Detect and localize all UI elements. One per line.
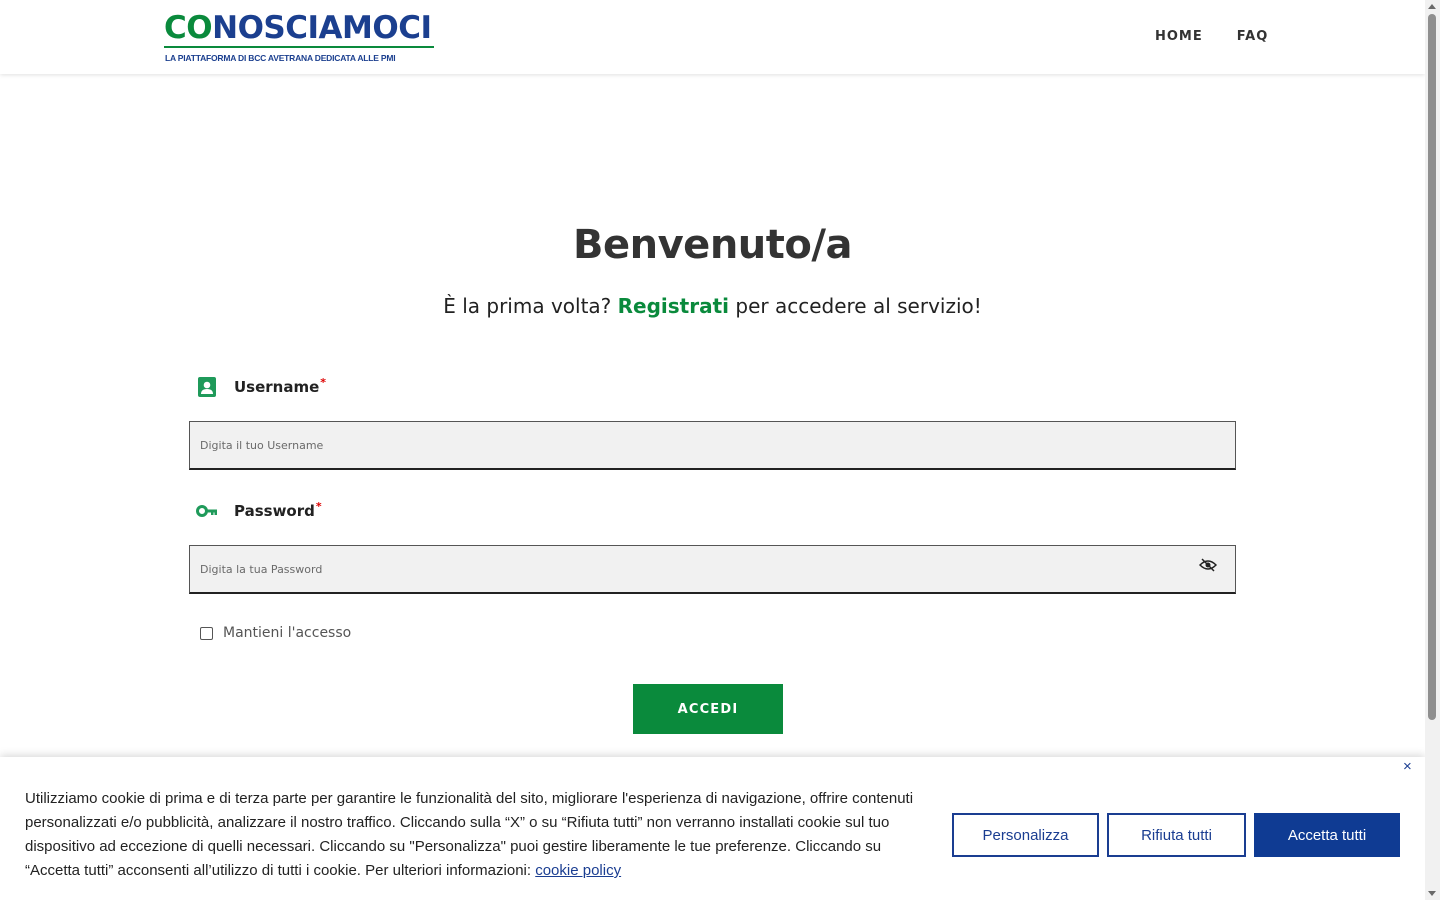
logo-underline [164, 46, 434, 48]
logo[interactable]: CONOSCIAMOCI LA PIATTAFORMA DI BCC AVETR… [164, 10, 439, 66]
subtitle-text-after: per accedere al servizio! [735, 294, 982, 318]
close-icon[interactable]: × [1403, 759, 1417, 774]
subtitle-text-before: È la prima volta? [443, 294, 612, 318]
accept-all-cookies-button[interactable]: Accetta tutti [1254, 813, 1400, 857]
remember-checkbox[interactable] [200, 626, 213, 640]
scroll-down-icon[interactable] [1428, 891, 1436, 896]
customize-cookies-button[interactable]: Personalizza [952, 813, 1099, 857]
username-field-wrapper [189, 421, 1236, 470]
password-label-text: Password [234, 502, 315, 520]
key-icon [196, 500, 218, 522]
register-link[interactable]: Registrati [618, 294, 729, 318]
logo-wordmark: CONOSCIAMOCI [164, 10, 432, 46]
login-button[interactable]: ACCEDI [633, 684, 783, 734]
logo-tagline: LA PIATTAFORMA DI BCC AVETRANA DEDICATA … [165, 53, 396, 63]
scroll-up-icon[interactable] [1428, 4, 1436, 9]
remember-me[interactable]: Mantieni l'accesso [200, 625, 351, 641]
nav-home-link[interactable]: HOME [1155, 29, 1203, 44]
page-scrollbar[interactable] [1425, 0, 1440, 900]
site-header: CONOSCIAMOCI LA PIATTAFORMA DI BCC AVETR… [0, 0, 1425, 74]
cookie-text: Utilizziamo cookie di prima e di terza p… [25, 787, 935, 883]
contact-card-icon [196, 376, 218, 398]
eye-off-icon[interactable] [1198, 558, 1218, 572]
scrollbar-thumb[interactable] [1428, 14, 1436, 720]
username-label: Username * [196, 376, 326, 398]
remember-label: Mantieni l'accesso [223, 625, 352, 641]
cookie-description: Utilizziamo cookie di prima e di terza p… [25, 790, 914, 879]
username-label-text: Username [234, 378, 320, 396]
cookie-banner: × Utilizziamo cookie di prima e di terza… [0, 757, 1425, 900]
nav-faq-link[interactable]: FAQ [1237, 29, 1269, 44]
password-field-wrapper [189, 545, 1236, 594]
page-subtitle: È la prima volta? Registrati per acceder… [0, 294, 1425, 318]
password-label: Password * [196, 500, 322, 522]
password-input[interactable] [190, 546, 1203, 592]
main-nav: HOME FAQ [1155, 29, 1268, 44]
required-mark: * [315, 499, 322, 513]
cookie-policy-link[interactable]: cookie policy [535, 862, 621, 879]
page-title: Benvenuto/a [573, 222, 852, 268]
reject-all-cookies-button[interactable]: Rifiuta tutti [1107, 813, 1246, 857]
required-mark: * [320, 375, 327, 389]
username-input[interactable] [190, 422, 1203, 468]
